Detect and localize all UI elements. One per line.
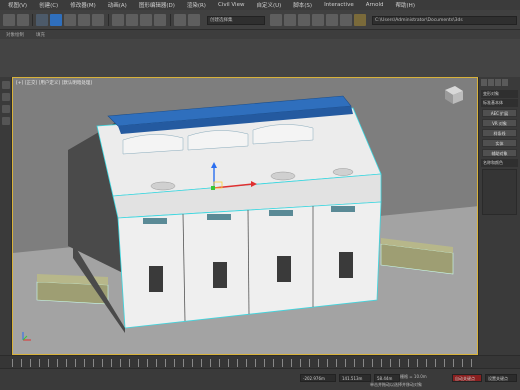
menu-scripting[interactable]: 脚本(S) <box>287 1 318 9</box>
ribbon-tab-populate[interactable]: 填充 <box>30 32 51 38</box>
helpers-button[interactable]: 辅助对象 <box>482 149 517 157</box>
create-tab-icon[interactable] <box>481 79 487 86</box>
name-and-color-section[interactable]: 名称和颜色 <box>481 159 518 167</box>
grid-size-label: 栅格 = 10.0m <box>400 374 427 379</box>
menu-rendering[interactable]: 渲染(R) <box>181 1 212 9</box>
screw-hole <box>270 171 296 181</box>
time-slider[interactable] <box>0 355 520 368</box>
command-panel-tabs <box>479 77 520 89</box>
snap-toggle-icon[interactable] <box>112 14 124 26</box>
angle-snap-icon[interactable] <box>126 14 138 26</box>
set-key-button[interactable]: 设置关键点 <box>485 374 517 382</box>
auto-key-button[interactable]: 自动关键点 <box>452 374 482 382</box>
perspective-viewport[interactable]: [+] [正交] [用户定义] [默认明暗处理] <box>12 77 478 355</box>
menu-bar: 视图(V) 创建(C) 修改器(M) 动画(A) 图形编辑器(D) 渲染(R) … <box>0 0 520 10</box>
material-editor-icon[interactable] <box>326 14 338 26</box>
display-none-icon[interactable] <box>2 105 10 113</box>
y-coordinate-field[interactable]: 141.513m <box>339 374 371 382</box>
menu-view[interactable]: 视图(V) <box>2 1 33 9</box>
toolbar-divider <box>108 14 109 26</box>
filter-icon[interactable] <box>2 93 10 101</box>
panel-header: 变形对象 <box>481 90 518 98</box>
left-tool-strip <box>0 77 12 355</box>
status-prompt: 单击并拖动以选择并移动对象 <box>370 382 422 387</box>
scene-canvas[interactable] <box>13 78 478 355</box>
aec-extended-button[interactable]: AEC 扩展 <box>482 109 517 117</box>
main-toolbar: 创建选择集 C:\Users\Administrator\Documents\3… <box>0 10 520 30</box>
menu-arnold[interactable]: Arnold <box>360 2 390 8</box>
select-and-scale-icon[interactable] <box>78 14 90 26</box>
gizmo-y-axis-icon[interactable] <box>211 186 215 190</box>
menu-create[interactable]: 创建(C) <box>33 1 64 9</box>
align-icon[interactable] <box>188 14 200 26</box>
ribbon-tab-object-paint[interactable]: 对象绘制 <box>0 32 30 38</box>
select-and-move-icon[interactable] <box>50 14 62 26</box>
menu-help[interactable]: 帮助(H) <box>390 1 421 9</box>
status-bar: -202.976m 141.513m 58.44m 栅格 = 10.0m 单击并… <box>0 368 520 390</box>
terminal-slot <box>149 266 163 292</box>
select-object-icon[interactable] <box>36 14 48 26</box>
project-path-field[interactable]: C:\Users\Administrator\Documents\3ds <box>372 16 517 25</box>
terminal-clamp <box>331 206 355 212</box>
scene-explorer-icon[interactable] <box>284 14 296 26</box>
terminal-slot <box>213 262 227 288</box>
select-and-rotate-icon[interactable] <box>64 14 76 26</box>
motion-tab-icon[interactable] <box>502 79 508 86</box>
toolbar-divider <box>170 14 171 26</box>
menu-customize[interactable]: 自定义(U) <box>250 1 287 9</box>
x-coordinate-field[interactable]: -202.976m <box>300 374 336 382</box>
terminal-clamp <box>143 218 167 224</box>
ribbon-tabs: 对象绘制 填充 <box>0 30 520 39</box>
terminal-slot <box>339 252 353 278</box>
z-coordinate-field[interactable]: 58.44m <box>374 374 400 382</box>
terminal-clamp <box>207 214 231 220</box>
scene-explorer-toggle-icon[interactable] <box>2 81 10 89</box>
name-field[interactable] <box>482 169 517 215</box>
terminal-clamp <box>269 210 293 216</box>
select-and-place-icon[interactable] <box>92 14 104 26</box>
vr-objects-button[interactable]: VR 对象 <box>482 119 517 127</box>
modify-tab-icon[interactable] <box>488 79 494 86</box>
mirror-icon[interactable] <box>174 14 186 26</box>
menu-interactive[interactable]: Interactive <box>318 2 360 8</box>
menu-animation[interactable]: 动画(A) <box>102 1 133 9</box>
undo-icon[interactable] <box>3 14 15 26</box>
menu-modifiers[interactable]: 修改器(M) <box>64 1 102 9</box>
curve-editor-icon[interactable] <box>298 14 310 26</box>
solids-button[interactable]: 实体 <box>482 139 517 147</box>
spinner-snap-icon[interactable] <box>154 14 166 26</box>
percent-snap-icon[interactable] <box>140 14 152 26</box>
menu-civil-view[interactable]: Civil View <box>212 2 250 8</box>
screw-hole <box>150 181 176 191</box>
viewcube-icon[interactable] <box>445 86 463 104</box>
redo-icon[interactable] <box>17 14 29 26</box>
ribbon-panel <box>0 39 520 77</box>
display-all-icon[interactable] <box>2 117 10 125</box>
layer-explorer-icon[interactable] <box>270 14 282 26</box>
menu-graph-editors[interactable]: 图形编辑器(D) <box>133 1 181 9</box>
screw-hole <box>332 168 354 176</box>
command-panel: 变形对象 标准基本体 AEC 扩展 VR 对象 样条线 实体 辅助对象 名称和颜… <box>478 77 520 355</box>
schematic-view-icon[interactable] <box>312 14 324 26</box>
terminal-slot <box>277 256 291 282</box>
render-icon[interactable] <box>354 14 366 26</box>
named-selection-set-dropdown[interactable]: 创建选择集 <box>207 16 265 25</box>
splines-button[interactable]: 样条线 <box>482 129 517 137</box>
render-setup-icon[interactable] <box>340 14 352 26</box>
timeline-ticks <box>12 359 478 367</box>
hierarchy-tab-icon[interactable] <box>495 79 501 86</box>
panel-section[interactable]: 标准基本体 <box>481 99 518 107</box>
toolbar-divider <box>32 14 33 26</box>
